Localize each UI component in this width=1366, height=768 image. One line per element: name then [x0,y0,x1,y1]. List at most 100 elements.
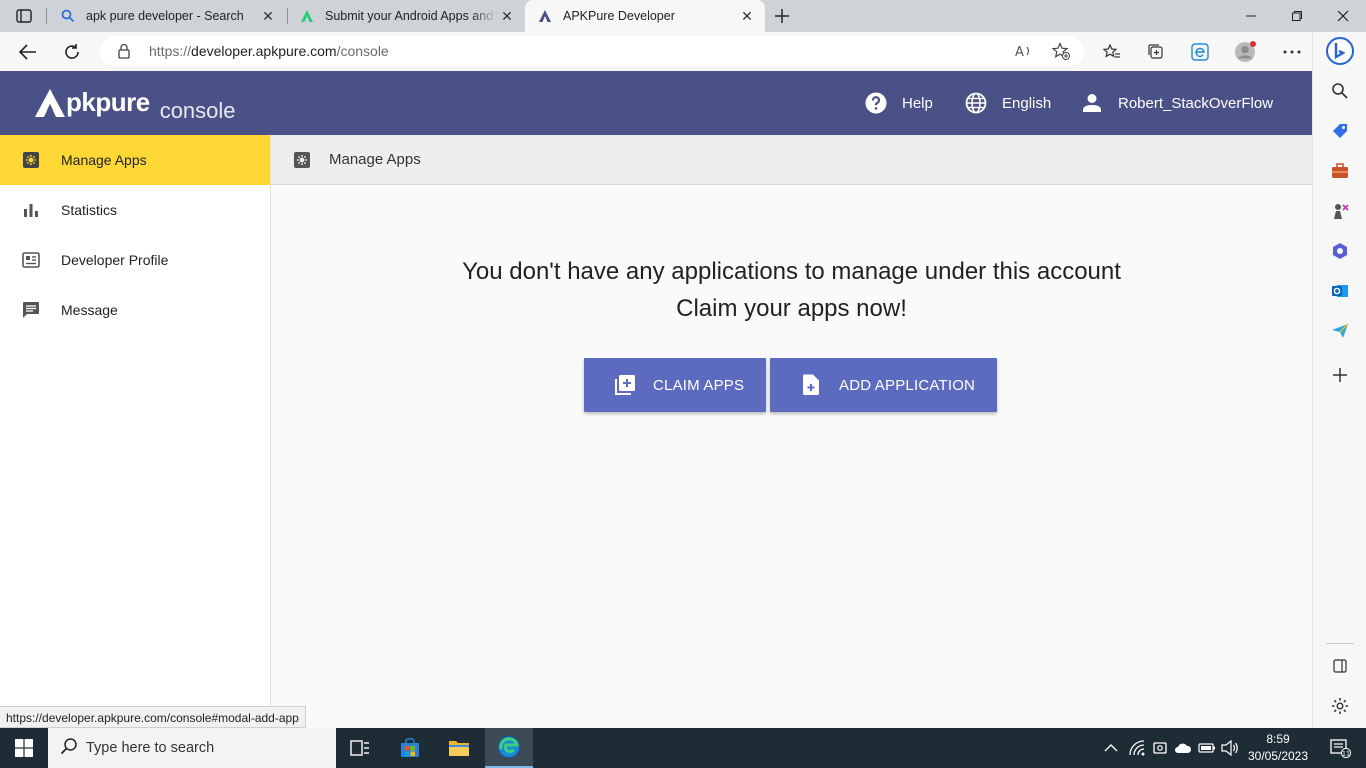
microsoft-store-icon[interactable] [386,728,434,768]
apkpure-console-logo[interactable]: pkpure console [34,87,236,124]
sidebar-item-message[interactable]: Message [0,285,270,335]
tab-title: Submit your Android Apps and g [325,9,497,23]
tab-bing-search[interactable]: apk pure developer - Search ✕ [48,0,286,32]
profile-avatar[interactable] [1233,40,1257,64]
clock-time: 8:59 [1266,732,1290,746]
more-options-icon[interactable] [1280,40,1304,64]
address-bar[interactable]: https://developer.apkpure.com/console A [100,36,1084,66]
user-name: Robert_StackOverFlow [1118,94,1274,112]
section-title: Manage Apps [329,151,421,168]
notification-count: 11 [1342,749,1350,757]
apkpure-green-icon [299,8,315,24]
games-chess-icon[interactable] [1328,199,1352,223]
svg-text:A: A [1015,45,1024,59]
restore-icon[interactable] [1274,0,1320,32]
settings-gear-icon[interactable] [1328,694,1352,718]
close-window-icon[interactable] [1320,0,1366,32]
search-icon [60,737,78,760]
onedrive-icon[interactable] [1172,728,1194,768]
apkpure-logo-icon [537,8,553,24]
tab-separator [46,8,47,24]
note-add-icon [799,373,823,397]
windows-taskbar: Type here to search 8:59 30/05/2023 11 [0,728,1366,768]
tab-apkpure-developer[interactable]: APKPure Developer ✕ [525,0,765,32]
notification-center-icon[interactable]: 11 [1320,728,1360,768]
collections-icon[interactable] [1144,40,1168,64]
help-label: Help [902,94,933,112]
library-add-icon [613,373,637,397]
language-label: English [1002,94,1052,112]
edge-sidebar [1312,32,1366,728]
empty-state-cta-line: Claim your apps now! [676,295,907,322]
system-clock[interactable]: 8:59 30/05/2023 [1242,731,1314,765]
console-header: pkpure console Help English Robert_Stack… [0,71,1312,135]
console-sidebar: Manage Apps Statistics Developer Profile… [0,135,271,728]
add-application-label: ADD APPLICATION [839,376,976,394]
clock-date: 30/05/2023 [1247,749,1309,763]
search-placeholder: Type here to search [86,740,215,756]
tab-actions-icon[interactable] [10,6,38,26]
browser-toolbar: https://developer.apkpure.com/console A [0,32,1312,71]
tab-submit-apps[interactable]: Submit your Android Apps and g ✕ [287,0,525,32]
claim-apps-button[interactable]: CLAIM APPS [584,358,766,412]
section-header: Manage Apps [271,135,1312,185]
file-explorer-icon[interactable] [435,728,483,768]
close-tab-icon[interactable]: ✕ [737,6,757,26]
message-icon [21,300,41,320]
favorites-icon[interactable] [1100,40,1124,64]
empty-state-line: You don't have any applications to manag… [462,258,1121,285]
bing-chat-icon[interactable] [1325,34,1355,68]
windows-start-icon[interactable] [0,728,48,768]
tab-title: APKPure Developer [563,9,675,23]
empty-state-message: You don't have any applications to manag… [271,253,1312,327]
sidebar-item-label: Manage Apps [61,152,147,168]
minimize-icon[interactable] [1228,0,1274,32]
shopping-tag-icon[interactable] [1328,119,1352,143]
task-view-icon[interactable] [336,728,384,768]
send-drop-icon[interactable] [1328,319,1352,343]
user-icon [1080,91,1104,115]
sidebar-item-manage-apps[interactable]: Manage Apps [0,135,270,185]
add-sidebar-app-icon[interactable] [1328,363,1352,387]
add-favorite-icon[interactable] [1051,41,1071,61]
taskbar-search-box[interactable]: Type here to search [48,728,336,768]
bar-chart-icon [21,200,41,220]
close-tab-icon[interactable]: ✕ [258,6,278,26]
user-menu[interactable]: Robert_StackOverFlow [1080,91,1273,115]
read-aloud-icon[interactable]: A [1014,41,1034,61]
apkpure-a-logo-icon [35,88,65,117]
globe-icon [964,91,988,115]
sidebar-item-developer-profile[interactable]: Developer Profile [0,235,270,285]
claim-apps-label: CLAIM APPS [653,376,745,394]
sidebar-divider [1326,643,1354,644]
close-tab-icon[interactable]: ✕ [497,6,517,26]
sidebar-item-label: Message [61,302,118,318]
back-icon[interactable] [16,40,40,64]
help-link[interactable]: Help [864,91,933,115]
edge-extension-icon[interactable] [1188,40,1212,64]
tab-title: apk pure developer - Search [86,9,244,23]
hide-sidebar-icon[interactable] [1328,654,1352,678]
show-hidden-icons-icon[interactable] [1100,728,1122,768]
volume-icon[interactable] [1219,728,1241,768]
refresh-icon[interactable] [60,40,84,64]
outlook-icon[interactable] [1328,279,1352,303]
new-tab-icon[interactable] [772,6,792,26]
search-icon[interactable] [1328,79,1352,103]
microsoft-365-icon[interactable] [1328,239,1352,263]
lock-icon [118,43,130,64]
tools-briefcase-icon[interactable] [1328,159,1352,183]
edge-taskbar-icon[interactable] [485,728,533,768]
add-application-button[interactable]: ADD APPLICATION [770,358,997,412]
meet-now-icon[interactable] [1149,728,1171,768]
language-selector[interactable]: English [964,91,1051,115]
profile-card-icon [21,250,41,270]
sidebar-item-statistics[interactable]: Statistics [0,185,270,235]
sidebar-item-label: Statistics [61,202,118,218]
browser-tab-bar: apk pure developer - Search ✕ Submit you… [0,0,1366,32]
status-link-preview: https://developer.apkpure.com/console#mo… [0,706,306,728]
url-text: https://developer.apkpure.com/console [149,43,389,59]
battery-icon[interactable] [1196,728,1218,768]
search-icon [60,8,76,24]
network-icon[interactable] [1126,728,1148,768]
